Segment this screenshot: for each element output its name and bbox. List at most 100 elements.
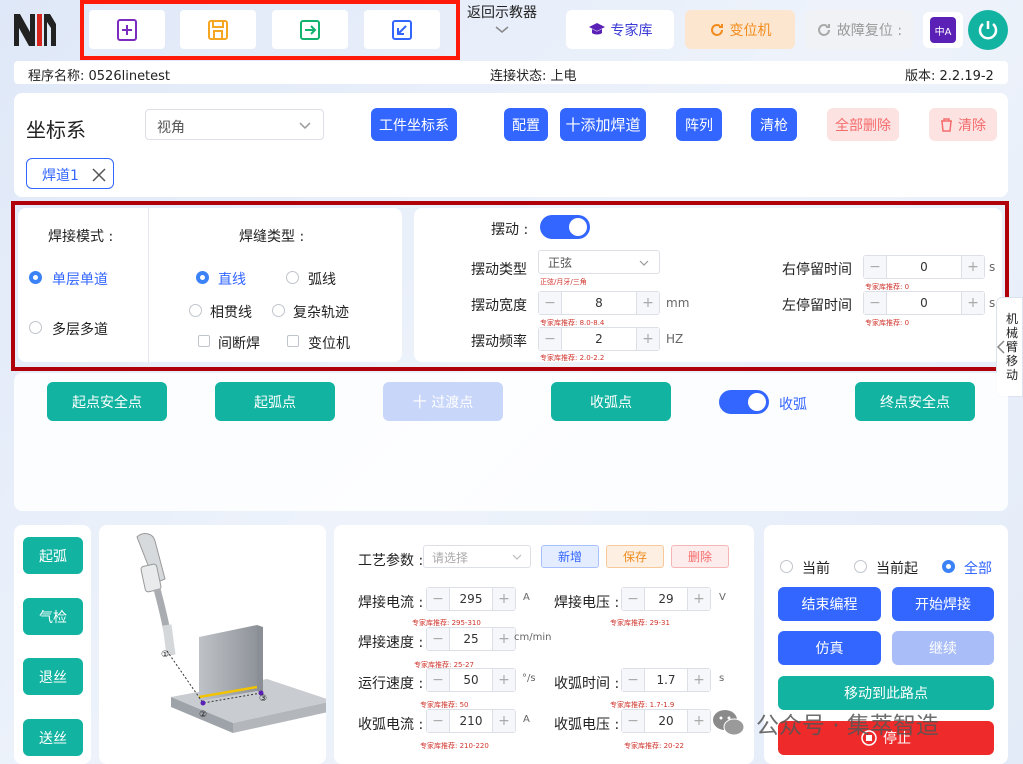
increment-button[interactable]: + xyxy=(962,292,984,314)
work-coordinate-button[interactable]: 工件坐标系 xyxy=(371,108,457,141)
simulate-button[interactable]: 仿真 xyxy=(778,631,881,665)
process-param-label: 工艺参数 : xyxy=(358,553,424,569)
arc-start-point-button[interactable]: 起弧点 xyxy=(215,382,335,421)
close-icon[interactable] xyxy=(92,168,106,182)
power-button[interactable] xyxy=(968,10,1008,50)
quick-action-panel: 起弧 气检 退丝 送丝 xyxy=(14,525,91,764)
radio-multi-layer[interactable] xyxy=(29,321,42,334)
weave-freq-hint: 专家库推荐: 2.0-2.2 xyxy=(540,354,605,362)
add-weld-pass-button[interactable]: 十添加焊道 xyxy=(560,108,646,141)
clean-torch-button[interactable]: 清枪 xyxy=(751,108,797,141)
decrement-button[interactable]: − xyxy=(427,710,449,732)
increment-button[interactable]: + xyxy=(493,669,515,691)
add-process-button[interactable]: 新增 xyxy=(541,545,599,568)
clear-button[interactable]: 清除 xyxy=(929,108,997,141)
delete-all-button[interactable]: 全部删除 xyxy=(827,108,899,141)
logo xyxy=(12,10,58,48)
save-as-button[interactable] xyxy=(272,10,348,49)
transition-point-button[interactable]: 十 过渡点 xyxy=(383,382,503,421)
fault-reset-label: 故障复位 : xyxy=(836,22,903,39)
import-button[interactable] xyxy=(364,10,440,49)
decrement-button[interactable]: − xyxy=(539,292,561,314)
check-positioner[interactable] xyxy=(287,335,299,347)
increment-button[interactable]: + xyxy=(637,292,659,314)
crater-current-stepper[interactable]: −210 + xyxy=(426,709,516,733)
radio-single-layer[interactable] xyxy=(29,271,42,284)
crater-voltage-stepper[interactable]: −20 + xyxy=(621,709,711,733)
save-as-icon xyxy=(300,19,320,40)
increment-button[interactable]: + xyxy=(493,710,515,732)
check-intermittent[interactable] xyxy=(198,335,210,347)
save-process-button[interactable]: 保存 xyxy=(606,545,664,568)
new-file-button[interactable] xyxy=(89,10,165,49)
radio-current[interactable] xyxy=(780,560,793,573)
radio-from-current[interactable] xyxy=(854,560,867,573)
swing-toggle[interactable] xyxy=(540,215,590,239)
array-button[interactable]: 阵列 xyxy=(676,108,722,141)
language-button[interactable]: 中A xyxy=(923,12,963,48)
continue-button[interactable]: 继续 xyxy=(892,631,994,665)
increment-button[interactable]: + xyxy=(688,669,710,691)
decrement-button[interactable]: − xyxy=(427,588,449,610)
left-dwell-stepper[interactable]: −0 + xyxy=(863,291,985,315)
decrement-button[interactable]: − xyxy=(427,669,449,691)
save-file-button[interactable] xyxy=(180,10,256,49)
radio-all[interactable] xyxy=(942,560,955,573)
increment-button[interactable]: + xyxy=(637,328,659,350)
right-dwell-unit: s xyxy=(989,260,996,274)
weld-current-stepper[interactable]: −295 + xyxy=(426,587,516,611)
decrement-button[interactable]: − xyxy=(622,669,644,691)
run-speed-stepper[interactable]: −50 + xyxy=(426,668,516,692)
arc-strike-button[interactable]: 起弧 xyxy=(23,537,83,574)
view-select[interactable]: 视角 xyxy=(145,109,324,140)
return-teach-pendant-button[interactable]: 返回示教器 xyxy=(464,2,540,38)
process-param-select[interactable]: 请选择 xyxy=(423,545,531,568)
fault-reset-button[interactable]: 故障复位 : xyxy=(805,10,913,49)
weld-voltage-stepper[interactable]: −29 + xyxy=(621,587,711,611)
weave-type-select[interactable]: 正弦 xyxy=(538,250,660,274)
delete-process-button[interactable]: 删除 xyxy=(671,545,729,568)
decrement-button[interactable]: − xyxy=(864,292,886,314)
weave-freq-stepper[interactable]: −2 + xyxy=(538,327,660,351)
decrement-button[interactable]: − xyxy=(864,256,886,278)
radio-intersect[interactable] xyxy=(189,304,202,317)
weld-mode-title: 焊接模式 : xyxy=(48,229,114,245)
start-safe-point-button[interactable]: 起点安全点 xyxy=(47,382,167,421)
radio-line[interactable] xyxy=(196,271,209,284)
radio-complex[interactable] xyxy=(272,304,285,317)
wire-feed-button[interactable]: 送丝 xyxy=(23,719,83,756)
start-welding-button[interactable]: 开始焊接 xyxy=(892,587,994,621)
arc-end-point-button[interactable]: 收弧点 xyxy=(551,382,671,421)
decrement-button[interactable]: − xyxy=(622,588,644,610)
config-button[interactable]: 配置 xyxy=(504,108,548,141)
expert-label: 专家库 xyxy=(610,22,653,39)
weave-freq-unit: HZ xyxy=(666,332,684,346)
right-dwell-stepper[interactable]: −0 + xyxy=(863,255,985,279)
weld-settings-panel: 焊接模式 : 单层单道 多层多道 焊缝类型 : 直线 弧线 相贯线 复杂轨迹 间… xyxy=(18,208,402,362)
weave-width-stepper[interactable]: −8 + xyxy=(538,291,660,315)
increment-button[interactable]: + xyxy=(962,256,984,278)
positioner-button[interactable]: 变位机 xyxy=(685,10,795,49)
decrement-button[interactable]: − xyxy=(622,710,644,732)
increment-button[interactable]: + xyxy=(688,588,710,610)
increment-button[interactable]: + xyxy=(493,628,515,650)
wire-retract-button[interactable]: 退丝 xyxy=(23,658,83,695)
crater-current-label: 收弧电流 : xyxy=(358,717,424,733)
end-programming-button[interactable]: 结束编程 xyxy=(778,587,881,621)
tab-weld-pass-1[interactable]: 焊道1 xyxy=(26,158,114,189)
increment-button[interactable]: + xyxy=(688,710,710,732)
point-1-label: ① xyxy=(161,650,169,660)
decrement-button[interactable]: − xyxy=(427,628,449,650)
gas-check-button[interactable]: 气检 xyxy=(23,598,83,635)
crater-time-stepper[interactable]: −1.7 + xyxy=(621,668,711,692)
intermittent-label: 间断焊 xyxy=(218,336,260,352)
increment-button[interactable]: + xyxy=(493,588,515,610)
decrement-button[interactable]: − xyxy=(539,328,561,350)
expert-library-button[interactable]: 专家库 xyxy=(566,10,674,49)
end-safe-point-button[interactable]: 终点安全点 xyxy=(855,382,975,421)
weld-speed-stepper[interactable]: −25 + xyxy=(426,627,516,651)
radio-arc[interactable] xyxy=(286,271,299,284)
arc-end-toggle[interactable] xyxy=(719,390,769,414)
power-icon xyxy=(978,21,998,40)
weave-type-value: 正弦 xyxy=(548,256,573,270)
